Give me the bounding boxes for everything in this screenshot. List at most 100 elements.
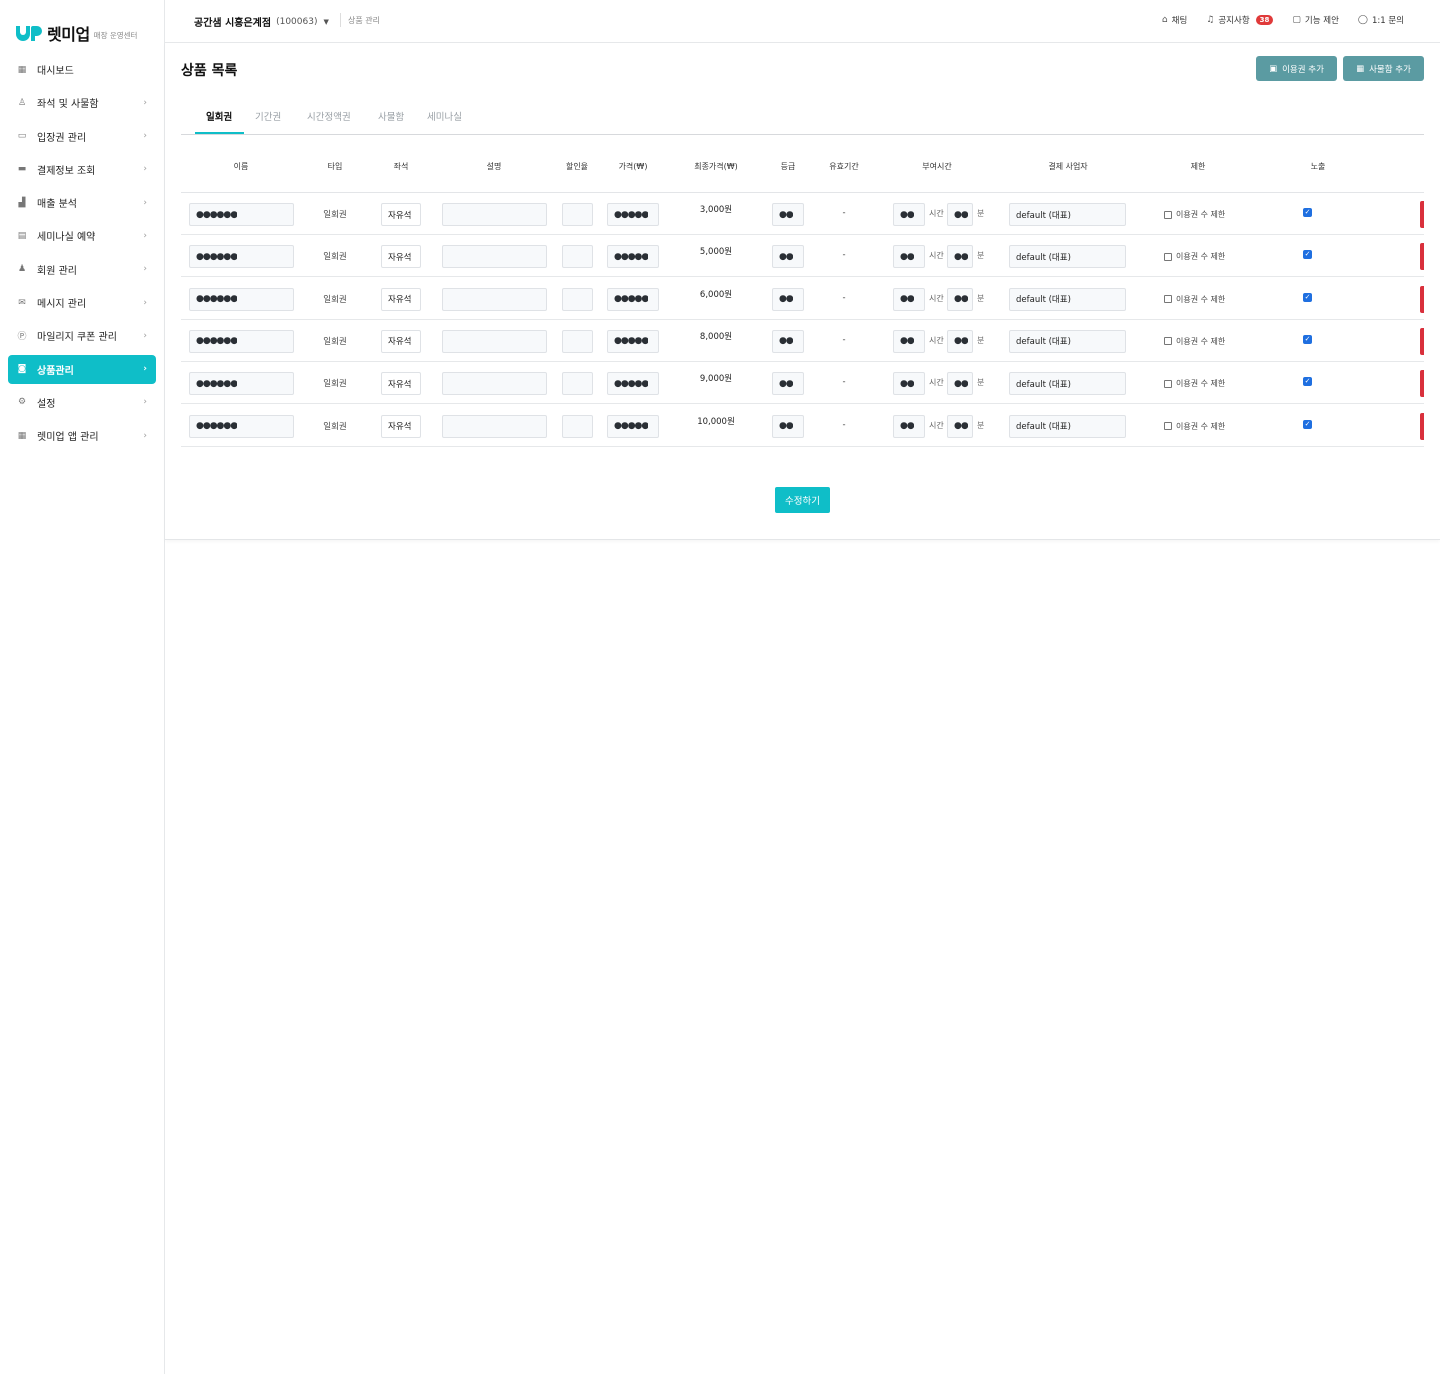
merchant-select[interactable]: default (대표) — [1009, 203, 1126, 226]
unchecked-box-icon — [1164, 295, 1172, 304]
seat-select[interactable]: 자유석 — [381, 245, 421, 269]
discount-input[interactable] — [562, 414, 593, 438]
limit-checkbox[interactable]: 이용권 수 제한 — [1164, 209, 1225, 220]
merchant-select[interactable]: default (대표) — [1009, 414, 1126, 438]
discount-input[interactable] — [562, 287, 593, 311]
sidebar-item-1[interactable]: ♙ 좌석 및 사물함 › — [8, 88, 156, 117]
limit-checkbox[interactable]: 이용권 수 제한 — [1164, 251, 1225, 262]
expose-checkbox[interactable]: ✓ — [1303, 377, 1312, 387]
tab-period[interactable]: 기간권 — [255, 109, 281, 123]
description-input[interactable] — [442, 372, 547, 396]
minutes-input[interactable]: ●● — [947, 414, 973, 438]
store-selector[interactable]: 공간샘 시흥은계점 (100063) ▼ — [194, 14, 329, 30]
grade-input[interactable]: ●● — [772, 414, 804, 438]
inquiry-button[interactable]: ◯ 1:1 문의 — [1358, 14, 1404, 26]
expose-checkbox[interactable]: ✓ — [1303, 292, 1312, 302]
name-input[interactable]: ●●●●●● — [189, 329, 294, 353]
hours-input[interactable]: ●● — [893, 245, 925, 269]
limit-checkbox[interactable]: 이용권 수 제한 — [1164, 294, 1225, 305]
hours-input[interactable]: ●● — [893, 329, 925, 353]
expose-checkbox[interactable]: ✓ — [1303, 334, 1312, 344]
sidebar-item-8[interactable]: Ⓟ 마일리지 쿠폰 관리 › — [8, 321, 156, 350]
limit-checkbox[interactable]: 이용권 수 제한 — [1164, 336, 1225, 347]
name-input[interactable]: ●●●●●● — [189, 414, 294, 438]
grade-input[interactable]: ●● — [772, 372, 804, 396]
tab-time-prepaid[interactable]: 시간정액권 — [307, 109, 351, 123]
description-input[interactable] — [442, 245, 547, 269]
name-input[interactable]: ●●●●●● — [189, 287, 294, 311]
merchant-select[interactable]: default (대표) — [1009, 372, 1126, 396]
seat-select[interactable]: 자유석 — [381, 287, 421, 311]
sidebar-item-7[interactable]: ✉ 메시지 관리 › — [8, 288, 156, 317]
sidebar-item-2[interactable]: ▭ 입장권 관리 › — [8, 122, 156, 151]
delete-row-button[interactable] — [1420, 327, 1424, 355]
sidebar-item-9[interactable]: ◙ 상품관리 › — [8, 354, 156, 384]
price-input[interactable]: ●●●●● — [607, 287, 659, 311]
expose-checkbox[interactable]: ✓ — [1303, 208, 1312, 217]
merchant-select[interactable]: default (대표) — [1009, 329, 1126, 353]
seat-select[interactable]: 자유석 — [381, 414, 421, 438]
hours-input[interactable]: ●● — [893, 203, 925, 226]
brand-logo[interactable]: 렛미업 매장 운영센터 — [16, 22, 137, 44]
merchant-select[interactable]: default (대표) — [1009, 245, 1126, 269]
final-price-text: 10,000원 — [697, 416, 735, 427]
minutes-input[interactable]: ●● — [947, 203, 973, 226]
name-input[interactable]: ●●●●●● — [189, 372, 294, 396]
tab-locker[interactable]: 사물함 — [378, 109, 404, 123]
delete-row-button[interactable] — [1420, 285, 1424, 313]
submit-edit-button[interactable]: 수정하기 — [775, 487, 830, 513]
expose-checkbox[interactable]: ✓ — [1303, 250, 1312, 260]
minutes-input[interactable]: ●● — [947, 372, 973, 396]
grade-input[interactable]: ●● — [772, 329, 804, 353]
discount-input[interactable] — [562, 203, 593, 226]
seat-select[interactable]: 자유석 — [381, 203, 421, 226]
description-input[interactable] — [442, 414, 547, 438]
discount-input[interactable] — [562, 372, 593, 396]
price-input[interactable]: ●●●●● — [607, 414, 659, 438]
hours-input[interactable]: ●● — [893, 372, 925, 396]
minutes-input[interactable]: ●● — [947, 245, 973, 269]
sidebar-item-4[interactable]: ▟ 매출 분석 › — [8, 188, 156, 217]
sidebar-item-11[interactable]: ▦ 렛미업 앱 관리 › — [8, 421, 156, 450]
limit-checkbox[interactable]: 이용권 수 제한 — [1164, 378, 1225, 389]
minutes-input[interactable]: ●● — [947, 287, 973, 311]
description-input[interactable] — [442, 203, 547, 226]
price-input[interactable]: ●●●●● — [607, 245, 659, 269]
sidebar-item-10[interactable]: ⚙ 설정 › — [8, 388, 156, 417]
sidebar-item-0[interactable]: ▦ 대시보드 — [8, 55, 156, 84]
description-input[interactable] — [442, 287, 547, 311]
limit-checkbox[interactable]: 이용권 수 제한 — [1164, 421, 1225, 432]
hours-input[interactable]: ●● — [893, 287, 925, 311]
add-locker-button[interactable]: ▦ 사물함 추가 — [1343, 56, 1424, 81]
feature-suggestion-button[interactable]: ▢ 기능 제안 — [1292, 14, 1339, 26]
seat-select[interactable]: 자유석 — [381, 329, 421, 353]
sidebar-item-6[interactable]: ♟ 회원 관리 › — [8, 255, 156, 284]
minutes-input[interactable]: ●● — [947, 329, 973, 353]
tab-one-time[interactable]: 일회권 — [206, 109, 232, 123]
sidebar-item-5[interactable]: ▤ 세미나실 예약 › — [8, 221, 156, 250]
grade-input[interactable]: ●● — [772, 245, 804, 269]
hours-input[interactable]: ●● — [893, 414, 925, 438]
delete-row-button[interactable] — [1420, 201, 1424, 228]
description-input[interactable] — [442, 329, 547, 353]
price-input[interactable]: ●●●●● — [607, 203, 659, 226]
tab-seminar-room[interactable]: 세미나실 — [427, 109, 462, 123]
merchant-select[interactable]: default (대표) — [1009, 287, 1126, 311]
name-input[interactable]: ●●●●●● — [189, 245, 294, 269]
add-ticket-button[interactable]: ▣ 이용권 추가 — [1256, 56, 1337, 81]
delete-row-button[interactable] — [1420, 370, 1424, 398]
discount-input[interactable] — [562, 245, 593, 269]
notice-button[interactable]: ♫ 공지사항 38 — [1206, 14, 1274, 26]
expose-checkbox[interactable]: ✓ — [1303, 419, 1312, 429]
grade-input[interactable]: ●● — [772, 203, 804, 226]
discount-input[interactable] — [562, 329, 593, 353]
seat-select[interactable]: 자유석 — [381, 372, 421, 396]
name-input[interactable]: ●●●●●● — [189, 203, 294, 226]
delete-row-button[interactable] — [1420, 243, 1424, 271]
delete-row-button[interactable] — [1420, 412, 1424, 440]
price-input[interactable]: ●●●●● — [607, 372, 659, 396]
chat-button[interactable]: ⌂ 채팅 — [1162, 14, 1187, 26]
sidebar-item-3[interactable]: ▬ 결제정보 조회 › — [8, 155, 156, 184]
price-input[interactable]: ●●●●● — [607, 329, 659, 353]
grade-input[interactable]: ●● — [772, 287, 804, 311]
